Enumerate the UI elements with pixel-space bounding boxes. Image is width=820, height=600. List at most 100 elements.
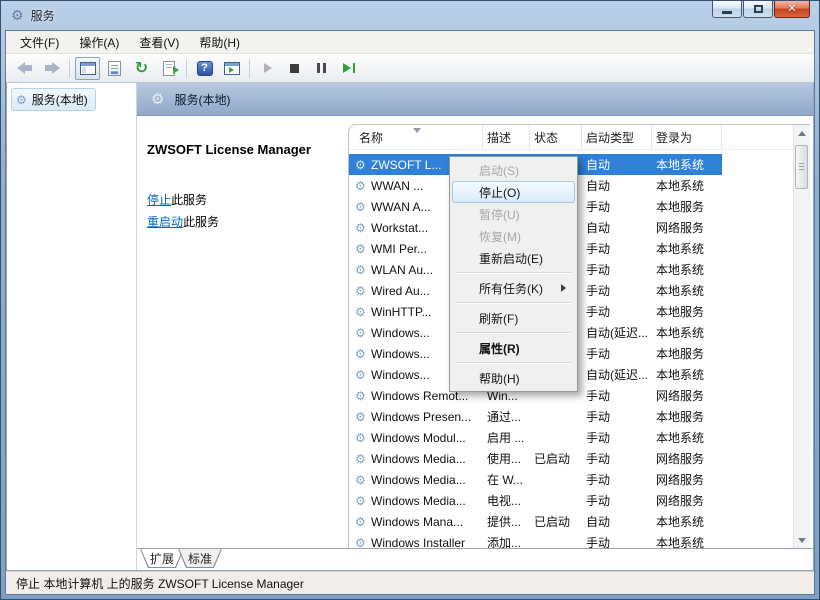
scroll-down-icon — [798, 538, 806, 543]
context-menu-item-label: 恢复(M) — [479, 228, 521, 245]
context-menu-item[interactable]: 属性(R) — [452, 337, 575, 359]
menu-help[interactable]: 帮助(H) — [189, 31, 250, 54]
context-menu-item-label: 帮助(H) — [479, 370, 520, 387]
title-bar[interactable]: ⚙ 服务 ✕ — [1, 1, 819, 30]
services-window: ⚙ 服务 ✕ 文件(F)操作(A)查看(V)帮助(H) ↻? ⚙ 服务(本地) … — [0, 0, 820, 600]
service-name: Windows Modul... — [371, 431, 483, 445]
context-menu-item[interactable]: 重新启动(E) — [452, 247, 575, 269]
column-header-status[interactable]: 状态 — [530, 125, 582, 149]
menu-action[interactable]: 操作(A) — [69, 31, 129, 54]
service-logon-as: 本地服务 — [652, 345, 732, 362]
service-name: Windows Installer — [371, 536, 483, 549]
stop-service-link[interactable]: 停止 — [147, 193, 171, 207]
properties-button[interactable] — [102, 57, 127, 80]
service-startup-type: 自动(延迟... — [582, 324, 652, 341]
minimize-button[interactable] — [712, 1, 742, 18]
pause-service-button[interactable] — [309, 57, 334, 80]
service-row[interactable]: ⚙Windows Modul...启用 ...手动本地系统 — [349, 427, 722, 448]
maximize-button[interactable] — [743, 1, 773, 18]
service-gear-icon: ⚙ — [355, 285, 371, 297]
standard-view-icon — [224, 62, 240, 75]
service-row[interactable]: ⚙Windows Media...电视...手动网络服务 — [349, 490, 722, 511]
restart-service-link[interactable]: 重启动 — [147, 215, 183, 229]
service-name: Windows Presen... — [371, 410, 483, 424]
service-gear-icon: ⚙ — [355, 180, 371, 192]
service-logon-as: 本地服务 — [652, 303, 732, 320]
close-button[interactable]: ✕ — [774, 1, 810, 18]
refresh-button[interactable]: ↻ — [129, 57, 154, 80]
context-menu-separator — [455, 332, 572, 334]
forward-button[interactable] — [39, 57, 64, 80]
service-description: 在 W... — [483, 471, 530, 488]
service-startup-type: 手动 — [582, 303, 652, 320]
stop-service-button[interactable] — [282, 57, 307, 80]
context-menu-item: 恢复(M) — [452, 225, 575, 247]
service-gear-icon: ⚙ — [355, 243, 371, 255]
context-menu-item[interactable]: 停止(O) — [452, 181, 575, 203]
column-header-login[interactable]: 登录为 — [652, 125, 722, 149]
service-logon-as: 本地系统 — [652, 429, 732, 446]
service-startup-type: 手动 — [582, 408, 652, 425]
service-row[interactable]: ⚙Windows Mana...提供...已启动自动本地系统 — [349, 511, 722, 532]
service-startup-type: 手动 — [582, 282, 652, 299]
back-icon — [17, 62, 33, 74]
service-gear-icon: ⚙ — [355, 201, 371, 213]
service-row[interactable]: ⚙Windows Installer添加...手动本地系统 — [349, 532, 722, 548]
main-area: ⚙ 服务(本地) ⚙ 服务(本地) ZWSOFT License Manager… — [6, 83, 814, 571]
restart-service-button[interactable] — [336, 57, 361, 80]
tree-item-services-local[interactable]: ⚙ 服务(本地) — [11, 88, 96, 111]
help-button[interactable]: ? — [192, 57, 217, 80]
service-startup-type: 自动 — [582, 156, 652, 173]
scroll-down-button[interactable] — [794, 532, 810, 548]
column-header-label: 状态 — [534, 129, 558, 146]
service-name: Windows Media... — [371, 473, 483, 487]
show-tree-button[interactable] — [75, 57, 100, 80]
service-description: 使用... — [483, 450, 530, 467]
service-row[interactable]: ⚙Windows Presen...通过...手动本地服务 — [349, 406, 722, 427]
tab-standard[interactable]: 标准 — [178, 549, 222, 568]
context-menu-item: 启动(S) — [452, 159, 575, 181]
help-icon: ? — [197, 61, 213, 76]
column-header-type[interactable]: 启动类型 — [582, 125, 652, 149]
service-gear-icon: ⚙ — [355, 516, 371, 528]
context-menu-item[interactable]: 所有任务(K) — [452, 277, 575, 299]
service-row[interactable]: ⚙Windows Media...在 W...手动网络服务 — [349, 469, 722, 490]
service-logon-as: 网络服务 — [652, 450, 732, 467]
menu-view[interactable]: 查看(V) — [129, 31, 189, 54]
start-service-button[interactable] — [255, 57, 280, 80]
menu-file[interactable]: 文件(F) — [10, 31, 69, 54]
service-gear-icon: ⚙ — [355, 432, 371, 444]
standard-view-button[interactable] — [219, 57, 244, 80]
column-header-desc[interactable]: 描述 — [483, 125, 530, 149]
service-logon-as: 本地服务 — [652, 408, 732, 425]
export-list-button[interactable] — [156, 57, 181, 80]
service-logon-as: 本地系统 — [652, 282, 732, 299]
context-menu-item[interactable]: 刷新(F) — [452, 307, 575, 329]
extended-info-pane: ZWSOFT License Manager 停止此服务 重启动此服务 — [147, 142, 343, 233]
scroll-up-icon — [798, 131, 806, 136]
column-header-label: 名称 — [359, 129, 383, 146]
toolbar-separator — [69, 59, 70, 78]
service-logon-as: 本地系统 — [652, 240, 732, 257]
service-gear-icon: ⚙ — [355, 159, 371, 171]
column-header-label: 登录为 — [656, 129, 692, 146]
scroll-up-button[interactable] — [794, 125, 810, 141]
service-startup-type: 自动 — [582, 513, 652, 530]
stop-service-line: 停止此服务 — [147, 189, 343, 211]
column-header-name[interactable]: 名称 — [355, 125, 483, 149]
selected-service-title: ZWSOFT License Manager — [147, 142, 343, 157]
forward-icon — [44, 62, 60, 74]
vertical-scrollbar[interactable] — [793, 125, 810, 548]
tab-label: 标准 — [179, 549, 221, 567]
service-startup-type: 手动 — [582, 387, 652, 404]
context-menu-item[interactable]: 帮助(H) — [452, 367, 575, 389]
show-tree-icon — [80, 62, 96, 75]
service-gear-icon: ⚙ — [355, 390, 371, 402]
context-menu-item-label: 停止(O) — [479, 184, 520, 201]
scrollbar-thumb[interactable] — [795, 145, 808, 189]
back-button[interactable] — [12, 57, 37, 80]
column-header-label: 描述 — [487, 129, 511, 146]
service-startup-type: 自动 — [582, 219, 652, 236]
tab-extended[interactable]: 扩展 — [140, 549, 184, 568]
service-row[interactable]: ⚙Windows Media...使用...已启动手动网络服务 — [349, 448, 722, 469]
